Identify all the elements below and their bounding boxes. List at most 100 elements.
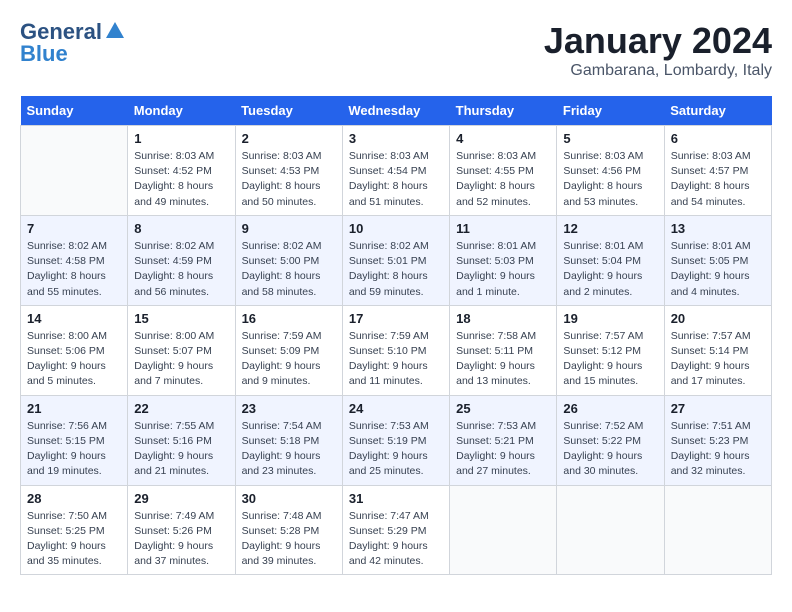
day-info: Sunrise: 8:02 AMSunset: 5:01 PMDaylight:… [349,239,443,300]
day-info: Sunrise: 7:57 AMSunset: 5:12 PMDaylight:… [563,329,657,390]
calendar-cell: 6Sunrise: 8:03 AMSunset: 4:57 PMDaylight… [664,126,771,216]
calendar-cell [664,485,771,575]
day-info: Sunrise: 7:59 AMSunset: 5:09 PMDaylight:… [242,329,336,390]
calendar-cell: 11Sunrise: 8:01 AMSunset: 5:03 PMDayligh… [450,215,557,305]
day-number: 29 [134,491,228,506]
calendar-cell: 16Sunrise: 7:59 AMSunset: 5:09 PMDayligh… [235,305,342,395]
calendar-cell: 8 Sunrise: 8:02 AMSunset: 4:59 PMDaylight… [128,215,235,305]
logo: General Blue [20,20,126,66]
day-info: Sunrise: 8:00 AMSunset: 5:06 PMDaylight:… [27,329,121,390]
calendar-week-4: 21 Sunrise: 7:56 AMSunset: 5:15 PMDayligh… [21,395,772,485]
calendar-cell [21,126,128,216]
day-info: Sunrise: 7:54 AMSunset: 5:18 PMDaylight:… [242,419,336,480]
calendar-cell: 2 Sunrise: 8:03 AMSunset: 4:53 PMDaylight… [235,126,342,216]
calendar-cell: 10 Sunrise: 8:02 AMSunset: 5:01 PMDayligh… [342,215,449,305]
calendar-cell: 19 Sunrise: 7:57 AMSunset: 5:12 PMDayligh… [557,305,664,395]
calendar-cell: 14 Sunrise: 8:00 AMSunset: 5:06 PMDayligh… [21,305,128,395]
day-info: Sunrise: 8:02 AMSunset: 5:00 PMDaylight:… [242,239,336,300]
day-number: 26 [563,401,657,416]
calendar-cell: 31 Sunrise: 7:47 AMSunset: 5:29 PMDayligh… [342,485,449,575]
day-info: Sunrise: 8:03 AMSunset: 4:52 PMDaylight:… [134,149,228,210]
day-number: 10 [349,221,443,236]
calendar-cell: 9Sunrise: 8:02 AMSunset: 5:00 PMDaylight… [235,215,342,305]
day-number: 3 [349,131,443,146]
calendar-cell: 21 Sunrise: 7:56 AMSunset: 5:15 PMDayligh… [21,395,128,485]
calendar-week-2: 7Sunrise: 8:02 AMSunset: 4:58 PMDaylight… [21,215,772,305]
logo-blue-text: Blue [20,42,68,66]
day-info: Sunrise: 7:47 AMSunset: 5:29 PMDaylight:… [349,509,443,570]
title-block: January 2024 Gambarana, Lombardy, Italy [544,20,772,80]
day-info: Sunrise: 8:03 AMSunset: 4:53 PMDaylight:… [242,149,336,210]
calendar-table: SundayMondayTuesdayWednesdayThursdayFrid… [20,96,772,575]
day-number: 18 [456,311,550,326]
day-number: 21 [27,401,121,416]
calendar-cell: 24Sunrise: 7:53 AMSunset: 5:19 PMDayligh… [342,395,449,485]
day-info: Sunrise: 7:50 AMSunset: 5:25 PMDaylight:… [27,509,121,570]
calendar-cell: 12 Sunrise: 8:01 AMSunset: 5:04 PMDayligh… [557,215,664,305]
calendar-cell: 4 Sunrise: 8:03 AMSunset: 4:55 PMDaylight… [450,126,557,216]
calendar-cell: 20 Sunrise: 7:57 AMSunset: 5:14 PMDayligh… [664,305,771,395]
day-info: Sunrise: 8:03 AMSunset: 4:55 PMDaylight:… [456,149,550,210]
day-number: 31 [349,491,443,506]
day-info: Sunrise: 7:53 AMSunset: 5:21 PMDaylight:… [456,419,550,480]
day-info: Sunrise: 8:01 AMSunset: 5:05 PMDaylight:… [671,239,765,300]
day-number: 15 [134,311,228,326]
day-number: 27 [671,401,765,416]
day-info: Sunrise: 8:03 AMSunset: 4:57 PMDaylight:… [671,149,765,210]
day-number: 17 [349,311,443,326]
day-number: 22 [134,401,228,416]
day-number: 8 [134,221,228,236]
calendar-cell: 27 Sunrise: 7:51 AMSunset: 5:23 PMDayligh… [664,395,771,485]
weekday-header-wednesday: Wednesday [342,96,449,126]
day-number: 28 [27,491,121,506]
day-info: Sunrise: 7:58 AMSunset: 5:11 PMDaylight:… [456,329,550,390]
calendar-cell: 3 Sunrise: 8:03 AMSunset: 4:54 PMDaylight… [342,126,449,216]
day-number: 7 [27,221,121,236]
day-info: Sunrise: 7:49 AMSunset: 5:26 PMDaylight:… [134,509,228,570]
day-info: Sunrise: 7:52 AMSunset: 5:22 PMDaylight:… [563,419,657,480]
calendar-cell [557,485,664,575]
day-number: 25 [456,401,550,416]
day-number: 2 [242,131,336,146]
day-number: 4 [456,131,550,146]
calendar-body: 1 Sunrise: 8:03 AMSunset: 4:52 PMDaylight… [21,126,772,575]
day-info: Sunrise: 7:59 AMSunset: 5:10 PMDaylight:… [349,329,443,390]
day-info: Sunrise: 7:55 AMSunset: 5:16 PMDaylight:… [134,419,228,480]
weekday-header-sunday: Sunday [21,96,128,126]
day-number: 12 [563,221,657,236]
calendar-cell: 26 Sunrise: 7:52 AMSunset: 5:22 PMDayligh… [557,395,664,485]
day-number: 19 [563,311,657,326]
calendar-cell: 30Sunrise: 7:48 AMSunset: 5:28 PMDayligh… [235,485,342,575]
calendar-cell: 28 Sunrise: 7:50 AMSunset: 5:25 PMDayligh… [21,485,128,575]
day-number: 5 [563,131,657,146]
day-info: Sunrise: 7:51 AMSunset: 5:23 PMDaylight:… [671,419,765,480]
day-info: Sunrise: 8:03 AMSunset: 4:54 PMDaylight:… [349,149,443,210]
day-info: Sunrise: 8:00 AMSunset: 5:07 PMDaylight:… [134,329,228,390]
day-info: Sunrise: 7:57 AMSunset: 5:14 PMDaylight:… [671,329,765,390]
weekday-header-saturday: Saturday [664,96,771,126]
calendar-cell: 15 Sunrise: 8:00 AMSunset: 5:07 PMDayligh… [128,305,235,395]
page-header: General Blue January 2024 Gambarana, Lom… [20,20,772,80]
day-info: Sunrise: 8:01 AMSunset: 5:04 PMDaylight:… [563,239,657,300]
calendar-cell: 17 Sunrise: 7:59 AMSunset: 5:10 PMDayligh… [342,305,449,395]
weekday-header-thursday: Thursday [450,96,557,126]
calendar-cell: 13Sunrise: 8:01 AMSunset: 5:05 PMDayligh… [664,215,771,305]
calendar-week-1: 1 Sunrise: 8:03 AMSunset: 4:52 PMDaylight… [21,126,772,216]
day-info: Sunrise: 7:48 AMSunset: 5:28 PMDaylight:… [242,509,336,570]
day-info: Sunrise: 8:02 AMSunset: 4:59 PMDaylight:… [134,239,228,300]
logo-icon [104,20,126,42]
day-info: Sunrise: 7:56 AMSunset: 5:15 PMDaylight:… [27,419,121,480]
day-number: 11 [456,221,550,236]
day-number: 23 [242,401,336,416]
day-number: 14 [27,311,121,326]
day-info: Sunrise: 8:03 AMSunset: 4:56 PMDaylight:… [563,149,657,210]
month-title: January 2024 [544,20,772,62]
day-number: 20 [671,311,765,326]
calendar-cell: 5 Sunrise: 8:03 AMSunset: 4:56 PMDaylight… [557,126,664,216]
calendar-cell: 29 Sunrise: 7:49 AMSunset: 5:26 PMDayligh… [128,485,235,575]
day-number: 1 [134,131,228,146]
calendar-cell: 25 Sunrise: 7:53 AMSunset: 5:21 PMDayligh… [450,395,557,485]
day-number: 24 [349,401,443,416]
calendar-cell [450,485,557,575]
calendar-cell: 22 Sunrise: 7:55 AMSunset: 5:16 PMDayligh… [128,395,235,485]
